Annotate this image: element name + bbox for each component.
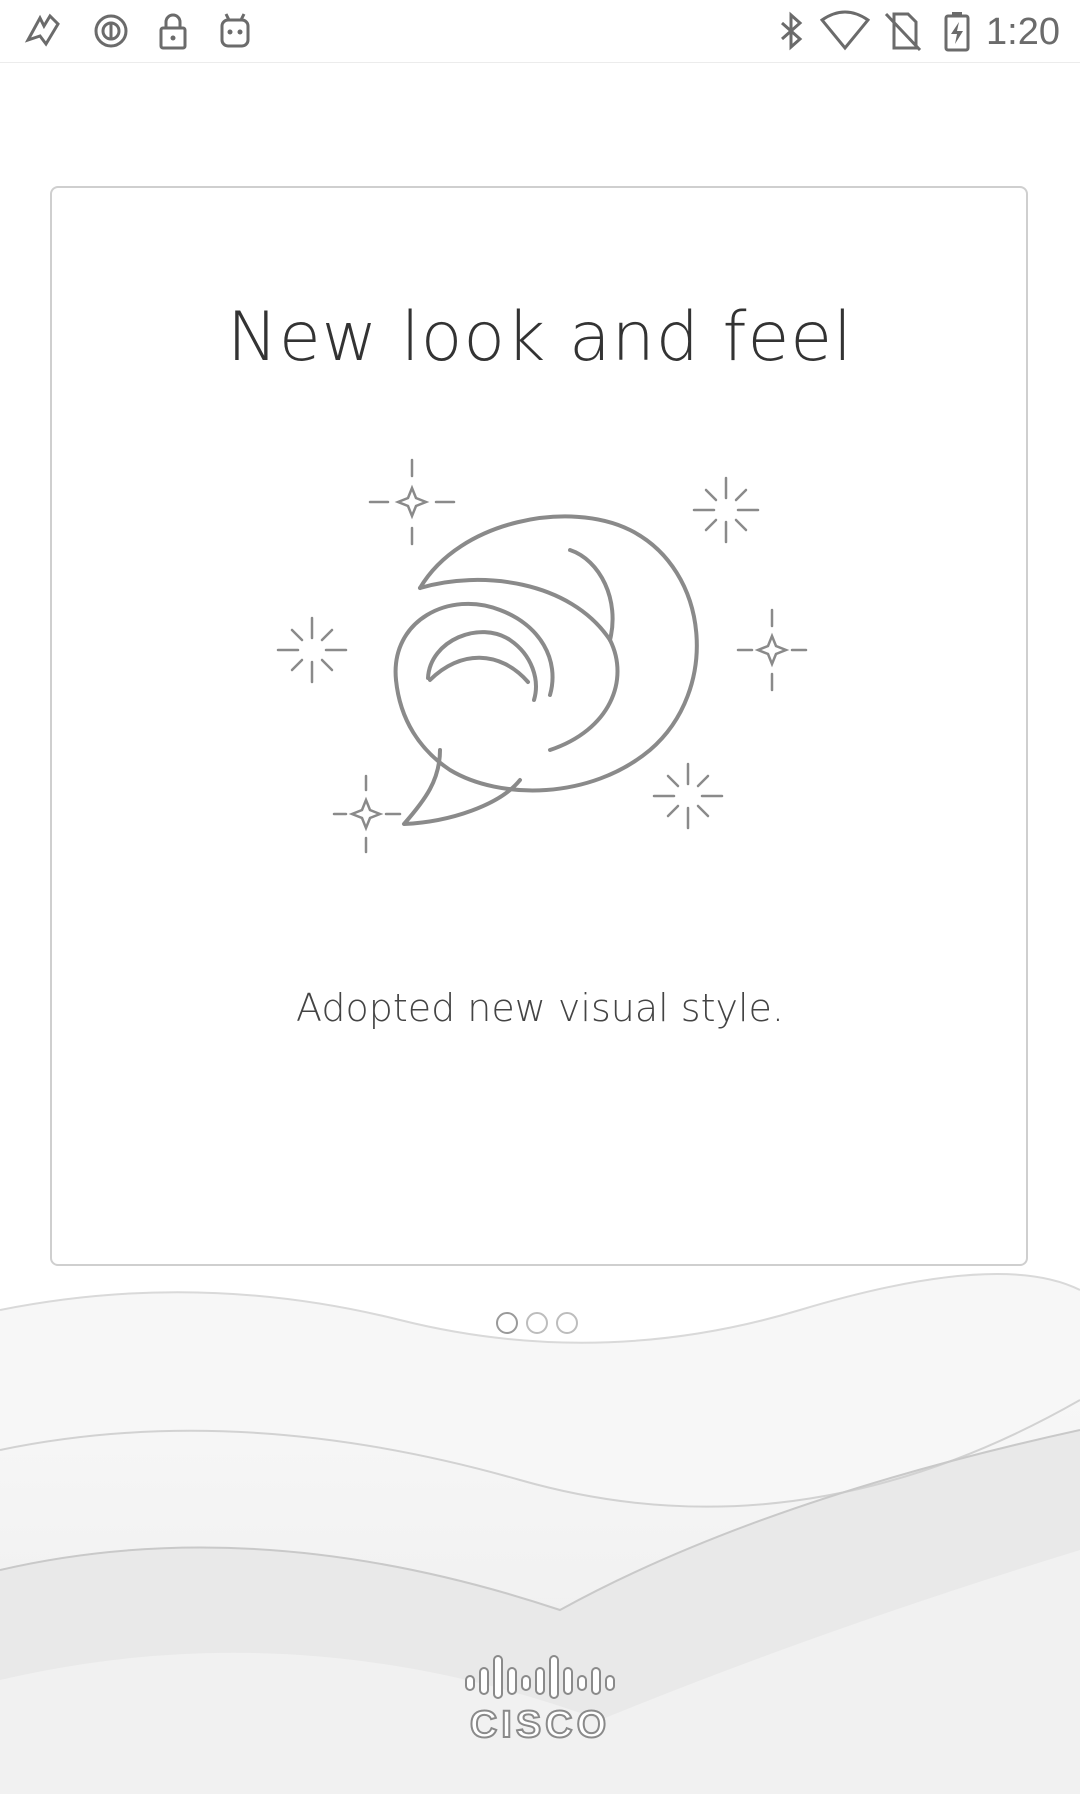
android-icon [214,10,256,52]
no-sim-icon [882,10,924,52]
page-dot-2[interactable] [526,1312,548,1334]
accessibility-icon [22,10,64,52]
status-bar: 1:20 [0,0,1080,63]
status-time: 1:20 [986,11,1060,53]
bluetooth-icon [770,10,812,52]
card-title: New look and feel [226,298,854,377]
page-dot-1[interactable] [496,1312,518,1334]
lock-icon [152,10,194,52]
chat-bubble-sparkles-illustration [270,450,810,910]
page-dot-3[interactable] [556,1312,578,1334]
cisco-bars-icon [465,1655,615,1699]
wifi-icon [820,10,870,52]
cisco-logo: CISCO [460,1652,620,1748]
data-saver-icon [90,10,132,52]
cisco-wordmark: CISCO [469,1703,611,1747]
battery-charging-icon [936,10,978,52]
page-indicator [496,1312,586,1334]
card-subtitle: Adopted new visual style. [296,986,784,1030]
